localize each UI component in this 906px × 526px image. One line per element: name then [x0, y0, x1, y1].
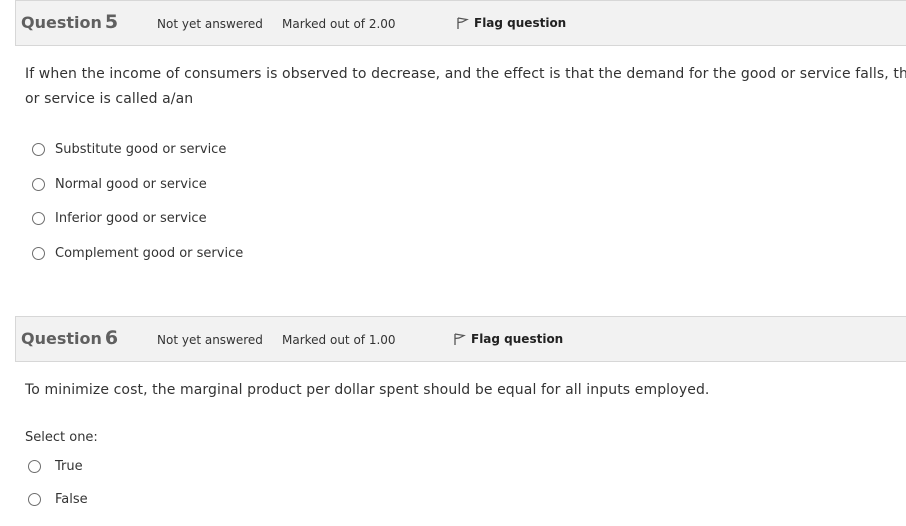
option-label: Complement good or service: [55, 246, 244, 261]
option-label: False: [55, 492, 88, 507]
question-6-option-true[interactable]: True: [28, 459, 83, 474]
question-6-text: To minimize cost, the marginal product p…: [25, 382, 710, 398]
option-label: Inferior good or service: [55, 211, 207, 226]
radio-button[interactable]: [32, 143, 45, 156]
question-5-title: Question 5: [21, 11, 118, 33]
question-6-grade: Marked out of 1.00: [282, 333, 396, 347]
question-6-state: Not yet answered: [157, 333, 263, 347]
flag-icon: [454, 333, 466, 345]
question-6-option-false[interactable]: False: [28, 492, 88, 507]
question-5-flag-button[interactable]: Flag question: [456, 16, 566, 30]
radio-button[interactable]: [32, 247, 45, 260]
radio-button[interactable]: [32, 178, 45, 191]
question-5-header: Question 5 Not yet answered Marked out of…: [15, 0, 906, 46]
question-5-option[interactable]: Inferior good or service: [32, 211, 207, 226]
option-label: Substitute good or service: [55, 142, 227, 157]
question-5-option[interactable]: Complement good or service: [32, 246, 243, 261]
question-5-grade: Marked out of 2.00: [282, 17, 396, 31]
question-label: Question: [21, 329, 102, 348]
question-5-state: Not yet answered: [157, 17, 263, 31]
question-number: 6: [104, 327, 119, 349]
question-5-option[interactable]: Normal good or service: [32, 177, 207, 192]
question-number: 5: [104, 11, 119, 33]
option-label: Normal good or service: [55, 177, 207, 192]
option-label: True: [55, 459, 83, 474]
question-6-flag-button[interactable]: Flag question: [453, 332, 563, 346]
radio-button[interactable]: [28, 460, 41, 473]
flag-label: Flag question: [474, 16, 567, 30]
radio-button[interactable]: [32, 212, 45, 225]
question-5-text: If when the income of consumers is obser…: [25, 62, 906, 112]
question-6-title: Question 6: [21, 327, 118, 349]
question-5-text-line2: or service is called a/an: [25, 91, 194, 107]
flag-label: Flag question: [471, 332, 564, 346]
question-label: Question: [21, 13, 102, 32]
question-6-header: Question 6 Not yet answered Marked out of…: [15, 316, 906, 362]
radio-button[interactable]: [28, 493, 41, 506]
flag-icon: [457, 17, 469, 29]
select-one-prompt: Select one:: [25, 430, 98, 445]
question-5-option[interactable]: Substitute good or service: [32, 142, 226, 157]
question-5-text-line1: If when the income of consumers is obser…: [25, 66, 906, 82]
